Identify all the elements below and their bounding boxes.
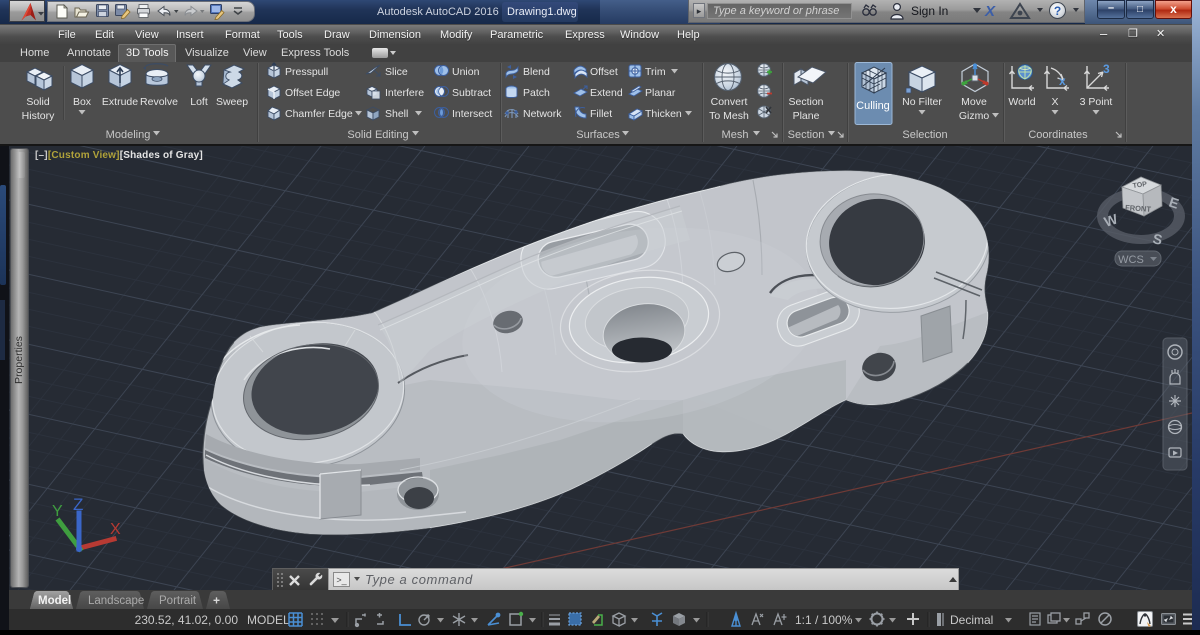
svg-text:Slice: Slice	[385, 66, 408, 78]
svg-text:Interfere: Interfere	[385, 87, 424, 99]
svg-text:Selection: Selection	[902, 129, 947, 141]
svg-text:Network: Network	[523, 108, 562, 120]
svg-text:Box: Box	[73, 96, 92, 108]
svg-text:Fillet: Fillet	[590, 108, 612, 120]
svg-text:No Filter: No Filter	[902, 96, 942, 108]
svg-text:Union: Union	[452, 66, 480, 78]
svg-text:Shell: Shell	[385, 108, 408, 120]
svg-text:History: History	[22, 110, 55, 122]
svg-text:Patch: Patch	[523, 87, 550, 99]
svg-text:1:1 / 100%: 1:1 / 100%	[795, 613, 853, 627]
svg-text:Offset Edge: Offset Edge	[285, 87, 340, 99]
svg-text:Loft: Loft	[190, 96, 208, 108]
svg-text:Move: Move	[961, 96, 987, 108]
svg-text:3: 3	[1103, 62, 1110, 76]
svg-text:X: X	[1051, 96, 1058, 108]
svg-text:Extend: Extend	[590, 87, 623, 99]
svg-text:Thicken: Thicken	[645, 108, 682, 120]
svg-text:x: x	[1059, 74, 1066, 88]
svg-text:Offset: Offset	[590, 66, 618, 78]
svg-text:Surfaces: Surfaces	[576, 129, 620, 141]
svg-text:Presspull: Presspull	[285, 66, 328, 78]
svg-text:Modeling: Modeling	[106, 129, 151, 141]
svg-text:Z: Z	[73, 495, 83, 514]
svg-text:Revolve: Revolve	[140, 96, 178, 108]
svg-text:Portrait: Portrait	[159, 595, 197, 607]
svg-text:Plane: Plane	[793, 110, 820, 122]
svg-text:Sweep: Sweep	[216, 96, 248, 108]
svg-text:World: World	[1008, 96, 1035, 108]
svg-text:3 Point: 3 Point	[1080, 96, 1113, 108]
svg-text:230.52, 41.02, 0.00: 230.52, 41.02, 0.00	[135, 613, 239, 627]
svg-text:Decimal: Decimal	[950, 613, 993, 627]
svg-text:WCS: WCS	[1118, 254, 1144, 266]
svg-text:Intersect: Intersect	[452, 108, 492, 120]
svg-text:Planar: Planar	[645, 87, 676, 99]
svg-text:X: X	[110, 521, 121, 538]
svg-text:Extrude: Extrude	[102, 96, 138, 108]
svg-text:Convert: Convert	[711, 96, 748, 108]
svg-text:Chamfer Edge: Chamfer Edge	[285, 108, 353, 120]
svg-text:+: +	[213, 594, 220, 608]
svg-text:Landscape: Landscape	[88, 595, 144, 607]
svg-text:Coordinates: Coordinates	[1028, 129, 1088, 141]
svg-text:Trim: Trim	[645, 66, 666, 78]
svg-text:Section: Section	[788, 129, 825, 141]
svg-text:Gizmo: Gizmo	[959, 110, 989, 122]
svg-text:Blend: Blend	[523, 66, 550, 78]
svg-text:Mesh: Mesh	[722, 129, 749, 141]
svg-text:S: S	[1151, 230, 1163, 248]
svg-text:Section: Section	[788, 96, 823, 108]
svg-text:Subtract: Subtract	[452, 87, 491, 99]
svg-text:Solid: Solid	[26, 96, 50, 108]
svg-text:Model: Model	[38, 595, 71, 607]
svg-text:Y: Y	[52, 503, 63, 520]
svg-text:Solid Editing: Solid Editing	[347, 129, 408, 141]
svg-text:To Mesh: To Mesh	[709, 110, 749, 122]
svg-text:FRONT: FRONT	[1125, 203, 1152, 214]
svg-text:Culling: Culling	[856, 100, 890, 112]
svg-text:MODEL: MODEL	[247, 613, 290, 627]
